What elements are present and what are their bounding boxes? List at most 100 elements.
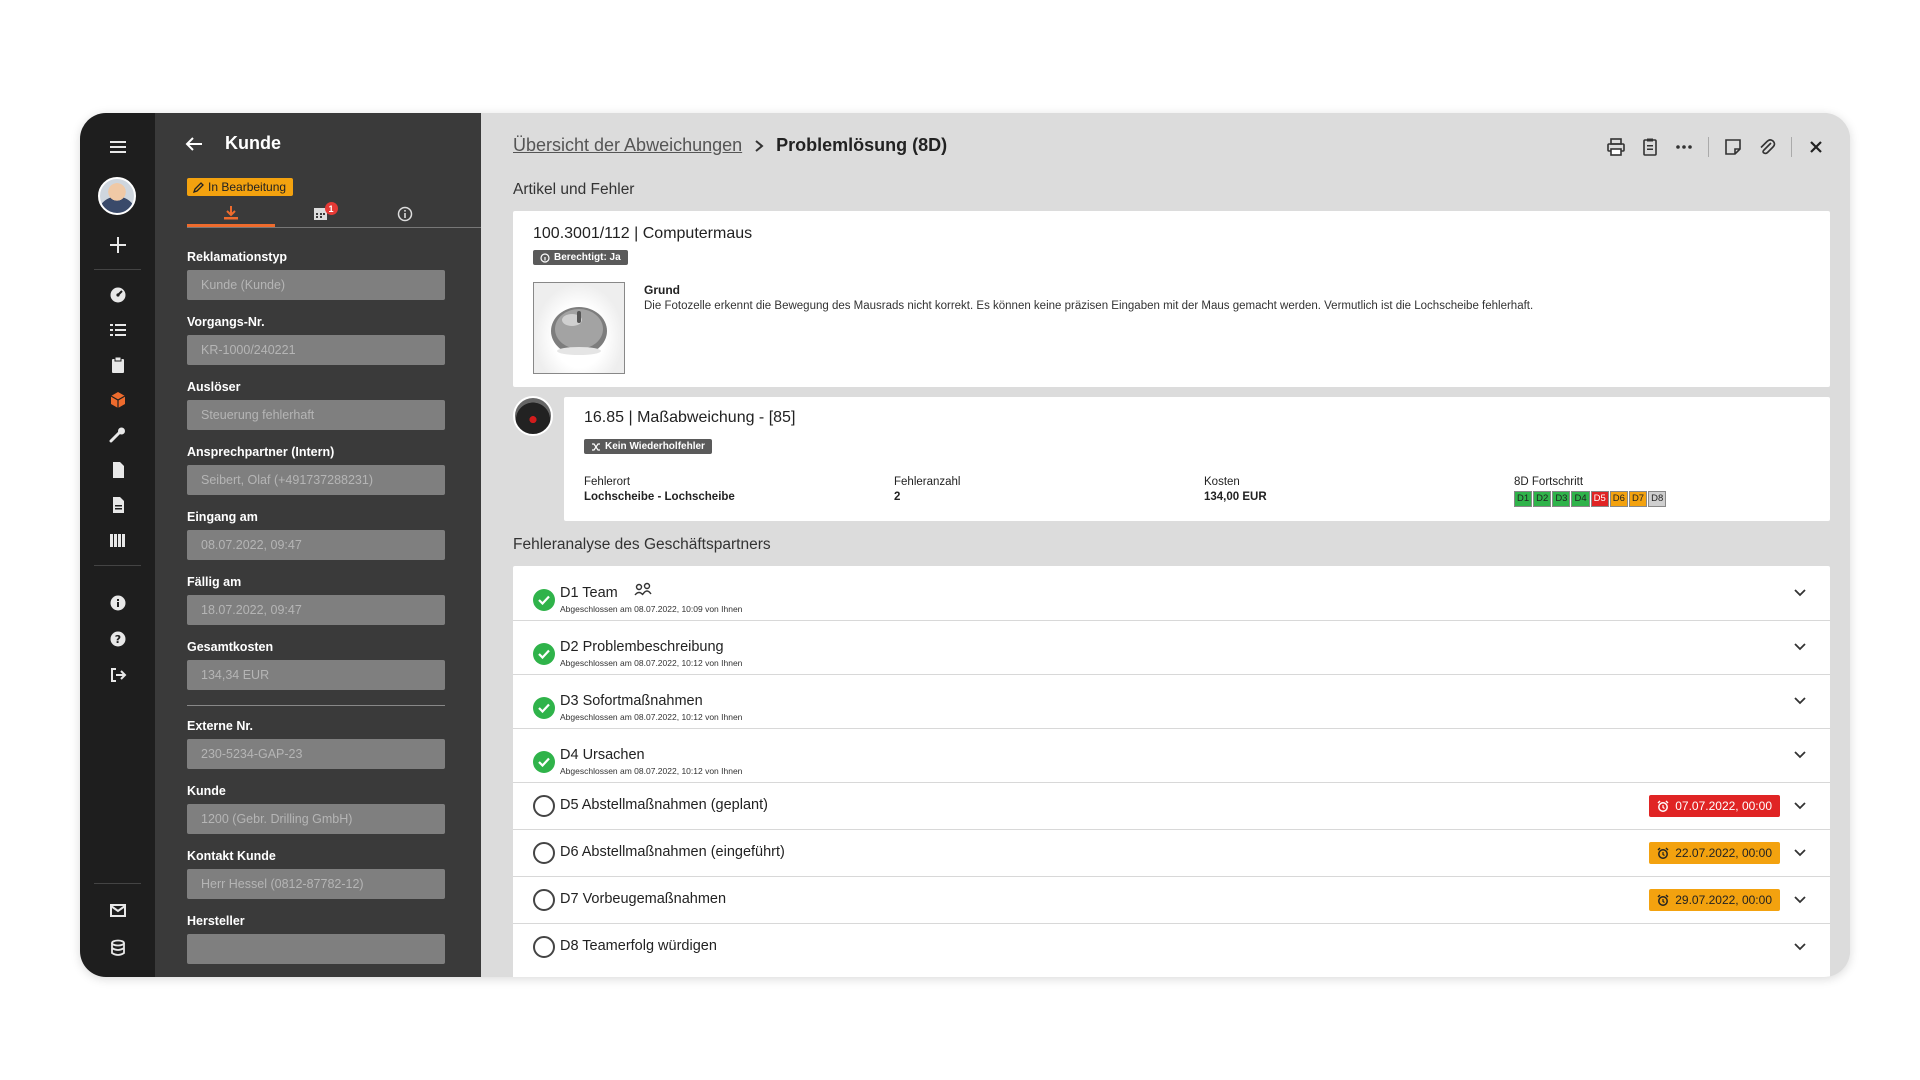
clipboard-list-icon[interactable]: [1640, 137, 1660, 157]
step-row-d8[interactable]: D8 Teamerfolg würdigen: [513, 923, 1830, 970]
step-row-d1[interactable]: D1 Team Abgeschlossen am 08.07.2022, 10:0…: [513, 566, 1830, 621]
alarm-clock-icon: [1657, 847, 1669, 859]
progress-step-d4: D4: [1571, 491, 1590, 507]
step-row-d7[interactable]: D7 Vorbeugemaßnahmen 29.07.2022, 00:00: [513, 876, 1830, 924]
document-icon[interactable]: [80, 458, 155, 482]
download-icon: [223, 205, 239, 221]
reason-text: Die Fotozelle erkennt die Bewegung des M…: [644, 300, 1534, 312]
kontakt-kunde-input[interactable]: Herr Hessel (0812-87782-12): [187, 869, 445, 899]
chevron-down-icon[interactable]: [1792, 585, 1808, 601]
empty-circle-icon[interactable]: [533, 888, 555, 911]
step-row-d3[interactable]: D3 Sofortmaßnahmen Abgeschlossen am 08.07…: [513, 674, 1830, 729]
help-icon[interactable]: ?: [80, 627, 155, 651]
plus-icon[interactable]: [80, 233, 155, 257]
article-card: 100.3001/112 | Computermaus Berechtigt: …: [513, 211, 1830, 387]
breadcrumb-link[interactable]: Übersicht der Abweichungen: [513, 135, 742, 156]
step-title: D1 Team: [560, 585, 618, 601]
more-icon[interactable]: [1674, 137, 1694, 157]
step-row-d5[interactable]: D5 Abstellmaßnahmen (geplant) 07.07.2022,…: [513, 782, 1830, 830]
due-date-badge: 29.07.2022, 00:00: [1649, 888, 1780, 911]
svg-text:?: ?: [114, 633, 120, 646]
step-title: D2 Problembeschreibung: [560, 639, 724, 655]
chevron-right-icon: [754, 139, 764, 153]
step-subtitle: Abgeschlossen am 08.07.2022, 10:12 von I…: [560, 658, 743, 668]
field-kontakt-kunde: Kontakt Kunde Herr Hessel (0812-87782-12…: [187, 849, 445, 899]
avatar[interactable]: [98, 177, 136, 215]
chevron-down-icon[interactable]: [1792, 892, 1808, 908]
check-circle-icon[interactable]: [533, 643, 555, 665]
faellig-am-input[interactable]: 18.07.2022, 09:47: [187, 595, 445, 625]
wrench-icon[interactable]: [80, 423, 155, 447]
kunde-input[interactable]: 1200 (Gebr. Drilling GmbH): [187, 804, 445, 834]
chevron-down-icon[interactable]: [1792, 939, 1808, 955]
progress-step-d6: D6: [1609, 491, 1628, 507]
checklist-icon[interactable]: [80, 318, 155, 342]
ausloeser-input[interactable]: Steuerung fehlerhaft: [187, 400, 445, 430]
close-icon[interactable]: [1806, 137, 1826, 157]
product-image[interactable]: [533, 282, 625, 374]
externe-nr-input[interactable]: 230-5234-GAP-23: [187, 739, 445, 769]
ansprechpartner-input[interactable]: Seibert, Olaf (+491737288231): [187, 465, 445, 495]
report-icon[interactable]: [80, 493, 155, 517]
check-circle-icon[interactable]: [533, 751, 555, 773]
database-icon[interactable]: [80, 936, 155, 960]
empty-circle-icon[interactable]: [533, 794, 555, 817]
section-title-article: Artikel und Fehler: [513, 181, 635, 198]
tab-calendar[interactable]: 1: [300, 201, 340, 226]
progress-step-d5: D5: [1590, 491, 1609, 507]
pencil-icon: [193, 181, 204, 193]
step-row-d2[interactable]: D2 Problembeschreibung Abgeschlossen am 0…: [513, 620, 1830, 675]
empty-circle-icon[interactable]: [533, 841, 555, 864]
progress-step-d3: D3: [1552, 491, 1571, 507]
defect-avatar: [513, 396, 553, 436]
calendar-count-badge: 1: [324, 202, 338, 215]
article-title: 100.3001/112 | Computermaus: [533, 225, 753, 242]
library-icon[interactable]: [80, 528, 155, 552]
chevron-down-icon[interactable]: [1792, 639, 1808, 655]
defect-count: Fehleranzahl 2: [894, 476, 961, 503]
dashboard-icon[interactable]: [80, 283, 155, 307]
due-date-badge: 22.07.2022, 00:00: [1649, 841, 1780, 864]
computer-mouse-icon: [551, 307, 607, 355]
reklamationstyp-input[interactable]: Kunde (Kunde): [187, 270, 445, 300]
tab-download[interactable]: [187, 201, 275, 227]
step-row-d6[interactable]: D6 Abstellmaßnahmen (eingeführt) 22.07.20…: [513, 829, 1830, 877]
chevron-down-icon[interactable]: [1792, 798, 1808, 814]
box-icon[interactable]: [80, 388, 155, 412]
field-ansprechpartner: Ansprechpartner (Intern) Seibert, Olaf (…: [187, 445, 445, 495]
tab-info[interactable]: [385, 201, 425, 226]
check-circle-icon[interactable]: [533, 697, 555, 719]
vorgangs-nr-input[interactable]: KR-1000/240221: [187, 335, 445, 365]
chevron-down-icon[interactable]: [1792, 693, 1808, 709]
hersteller-input[interactable]: [187, 934, 445, 964]
check-circle-icon[interactable]: [533, 589, 555, 611]
step-title: D5 Abstellmaßnahmen (geplant): [560, 797, 768, 813]
breadcrumb: Übersicht der Abweichungen Problemlösung…: [513, 135, 947, 156]
eingang-am-input[interactable]: 08.07.2022, 09:47: [187, 530, 445, 560]
attachment-icon[interactable]: [1757, 137, 1777, 157]
steps-list: D1 Team Abgeschlossen am 08.07.2022, 10:0…: [513, 566, 1830, 977]
menu-icon[interactable]: [80, 135, 155, 159]
info-icon[interactable]: [80, 591, 155, 615]
section-title-analysis: Fehleranalyse des Geschäftspartners: [513, 536, 771, 553]
panel-divider: [187, 705, 445, 706]
team-icon: [634, 582, 652, 598]
empty-circle-icon[interactable]: [533, 935, 555, 958]
field-gesamtkosten: Gesamtkosten 134,34 EUR: [187, 640, 445, 690]
8d-progress-bar: D1 D2 D3 D4 D5 D6 D7 D8: [1514, 491, 1667, 507]
field-externe-nr: Externe Nr. 230-5234-GAP-23: [187, 719, 445, 769]
print-icon[interactable]: [1606, 137, 1626, 157]
back-arrow-icon[interactable]: [185, 136, 203, 152]
chevron-down-icon[interactable]: [1792, 747, 1808, 763]
chevron-down-icon[interactable]: [1792, 845, 1808, 861]
step-title: D3 Sofortmaßnahmen: [560, 693, 703, 709]
step-subtitle: Abgeschlossen am 08.07.2022, 10:09 von I…: [560, 604, 743, 614]
progress-step-d2: D2: [1533, 491, 1552, 507]
page-title: Problemlösung (8D): [776, 135, 948, 155]
clipboard-icon[interactable]: [80, 353, 155, 377]
note-icon[interactable]: [1723, 137, 1743, 157]
mail-icon[interactable]: [80, 898, 155, 922]
gesamtkosten-input[interactable]: 134,34 EUR: [187, 660, 445, 690]
step-row-d4[interactable]: D4 Ursachen Abgeschlossen am 08.07.2022, …: [513, 728, 1830, 783]
logout-icon[interactable]: [80, 663, 155, 687]
